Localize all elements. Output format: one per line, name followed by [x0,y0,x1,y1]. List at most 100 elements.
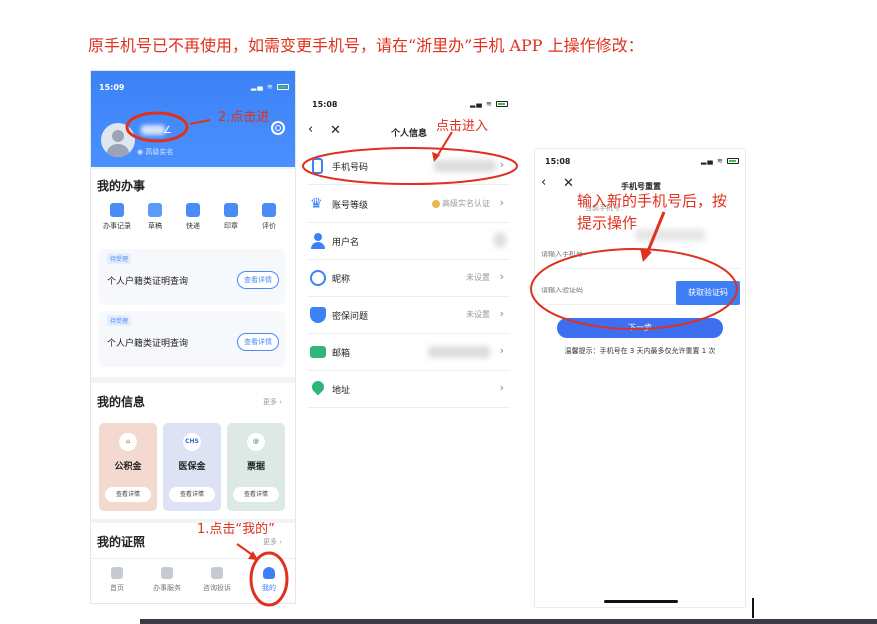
my-services-title: 我的办事 [97,179,146,193]
my-info-title: 我的信息 [97,395,146,409]
services-tab-icon [161,567,173,579]
chevron-right-icon: › [499,270,504,283]
battery-icon [277,84,290,90]
my-services-card: 我的办事 办事记录 草稿 快递 印章 评价 待受理 个人户籍类证明查询 查看详情… [91,169,295,377]
home-icon: ⌂ [119,433,137,451]
status-icons: ▂▄ ≋ [251,83,290,91]
todo-text: 个人户籍类证明查询 [107,277,189,287]
row-account-level[interactable]: ♛ 账号等级 高级实名认证 › [308,186,510,223]
annotation-step-4-line1: 输入新的手机号后，按 [577,192,728,210]
row-security-question[interactable]: 密保问题 未设置 › [308,297,510,334]
more-link[interactable]: 更多 › [263,397,282,407]
todo-text: 个人户籍类证明查询 [107,339,189,349]
annotation-step-1: 1.点击“我的” [197,522,275,537]
phone-field [541,243,741,269]
home-tab-icon [111,567,123,579]
chevron-right-icon: › [499,196,504,209]
ticket-icon: @ [247,433,265,451]
more-link[interactable]: 更多 › [263,537,282,547]
row-phone-number[interactable]: 手机号码 › [308,148,510,185]
phone-reset-number: 15:08 ▂▄ ≋ ‹ ✕ 手机号重置 当前手机号： [534,148,746,608]
row-address[interactable]: 地址 › [308,371,510,408]
tab-mine[interactable]: 我的 [249,567,289,593]
status-icons: ▂▄ ≋ [470,100,509,108]
todo-item[interactable]: 待受理 个人户籍类证明查询 查看详情 [99,249,285,305]
tab-services[interactable]: 办事服务 [147,567,187,593]
next-step-button[interactable]: 下一步 [557,318,723,338]
view-details-button[interactable]: 查看详情 [169,487,215,502]
avatar[interactable] [101,123,135,157]
edit-icon[interactable]: ∠ [163,125,172,136]
mail-icon [310,346,326,358]
annotation-step-4-line2: 提示操作 [577,214,638,232]
tab-home[interactable]: 首页 [97,567,137,593]
service-seal[interactable]: 印章 [213,203,249,231]
bottom-edge-bar [140,619,877,624]
info-card-ticket[interactable]: @ 票据 查看详情 [227,423,285,511]
seal-icon [224,203,238,217]
review-icon [262,203,276,217]
phone-icon [312,158,323,174]
status-time: 15:09 [99,83,125,92]
phone-personal-info: 15:08 ▂▄ ≋ ‹ ✕ 个人信息 手机号码 › ♛ 账号等级 高级实名认证… [300,88,518,618]
info-card-fund[interactable]: ⌂ 公积金 查看详情 [99,423,157,511]
gear-icon[interactable] [271,121,285,135]
reset-hint: 温馨提示：手机号在 3 天内最多仅允许重置 1 次 [564,347,716,355]
chevron-right-icon: › [499,158,504,171]
chs-icon: CHS [183,433,201,451]
annotation-step-2: 2.点击进 [218,110,270,125]
status-time: 15:08 [312,100,338,109]
todo-tag: 待受理 [107,315,132,326]
chevron-right-icon: › [499,381,504,394]
current-phone-redacted [635,229,705,241]
todo-tag: 待受理 [107,253,132,264]
view-details-button[interactable]: 查看详情 [233,487,279,502]
battery-icon [727,158,740,164]
location-icon [309,378,327,396]
view-details-button[interactable]: 查看详情 [237,333,279,351]
info-card-medical[interactable]: CHS 医保金 查看详情 [163,423,221,511]
crown-icon: ♛ [310,196,323,212]
view-details-button[interactable]: 查看详情 [237,271,279,289]
annotation-step-3: 点击进入 [436,119,489,134]
bottom-tab-bar: 首页 办事服务 咨询投诉 我的 [91,558,295,603]
get-code-button[interactable]: 获取验证码 [676,281,740,305]
battery-icon [496,101,509,107]
my-info-card: 我的信息 更多 › ⌂ 公积金 查看详情 CHS 医保金 查看详情 @ 票据 查… [91,383,295,519]
shield-icon [310,307,326,323]
service-drafts[interactable]: 草稿 [137,203,173,231]
user-name-redacted [141,125,165,135]
service-express[interactable]: 快递 [175,203,211,231]
realname-badge: ◉ 高级实名 [137,148,174,156]
home-indicator [604,600,678,603]
tab-consult[interactable]: 咨询投诉 [197,567,237,593]
chevron-right-icon: › [499,344,504,357]
nickname-icon [310,270,326,286]
status-time: 15:08 [545,157,571,166]
row-username[interactable]: 用户名 [308,223,510,260]
new-phone-input[interactable] [541,251,661,258]
status-icons: ▂▄ ≋ [701,157,740,165]
service-records[interactable]: 办事记录 [99,203,135,231]
todo-item[interactable]: 待受理 个人户籍类证明查询 查看详情 [99,311,285,367]
account-level-value: 高级实名认证 [432,198,490,209]
consult-tab-icon [211,567,223,579]
user-tab-icon [263,567,275,579]
row-email[interactable]: 邮箱 › [308,334,510,371]
user-icon [310,233,326,249]
records-icon [110,203,124,217]
view-details-button[interactable]: 查看详情 [105,487,151,502]
vip-badge-icon [432,199,440,208]
text-cursor [752,598,754,618]
chevron-right-icon: › [499,307,504,320]
verification-code-input[interactable] [541,287,661,294]
email-redacted [428,346,490,358]
drafts-icon [148,203,162,217]
phone-value-redacted [434,160,496,172]
row-nickname[interactable]: 昵称 未设置 › [308,260,510,297]
username-redacted [494,233,506,247]
my-certs-title: 我的证照 [97,535,146,549]
service-review[interactable]: 评价 [251,203,287,231]
express-icon [186,203,200,217]
instruction-text: 原手机号已不再使用，如需变更手机号，请在“浙里办”手机 APP 上操作修改： [88,36,644,55]
